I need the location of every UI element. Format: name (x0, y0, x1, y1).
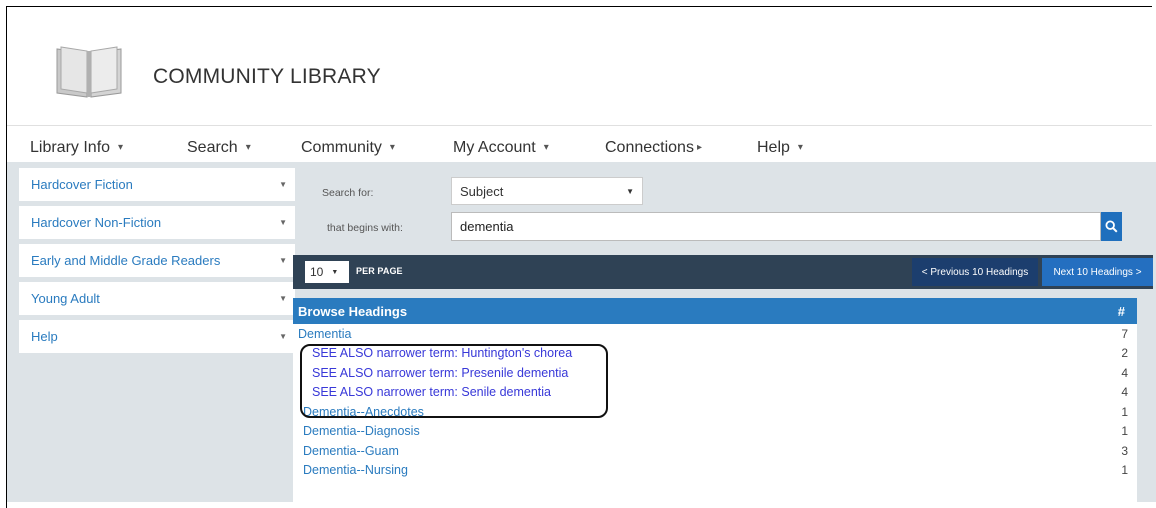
chevron-down-icon: ▼ (626, 186, 634, 196)
previous-headings-button[interactable]: < Previous 10 Headings (912, 258, 1038, 286)
table-row: Dementia--Nursing 1 (293, 461, 1137, 481)
sidebar-item-label: Early and Middle Grade Readers (31, 253, 221, 268)
sidebar-item-help[interactable]: Help ▼ (19, 320, 295, 353)
heading-link[interactable]: Dementia--Guam (303, 444, 399, 458)
chevron-down-icon: ▼ (279, 218, 287, 227)
heading-count: 3 (1121, 443, 1128, 458)
next-headings-button[interactable]: Next 10 Headings > (1042, 258, 1153, 286)
sidebar-item-hardcover-fiction[interactable]: Hardcover Fiction ▼ (19, 168, 295, 201)
chevron-down-icon: ▼ (279, 180, 287, 189)
sidebar-item-early-middle-grade[interactable]: Early and Middle Grade Readers ▼ (19, 244, 295, 277)
sidebar: Hardcover Fiction ▼ Hardcover Non-Fictio… (19, 168, 295, 358)
nav-label: Community (301, 138, 382, 156)
chevron-down-icon: ▼ (279, 332, 287, 341)
sidebar-item-young-adult[interactable]: Young Adult ▼ (19, 282, 295, 315)
see-also-link[interactable]: SEE ALSO narrower term: Huntington's cho… (302, 346, 572, 360)
results-toolbar: 10 ▼ PER PAGE < Previous 10 Headings Nex… (293, 255, 1153, 289)
heading-count: 1 (1121, 463, 1128, 478)
nav-help[interactable]: Help ▾ (757, 139, 803, 157)
browse-headings-title: Browse Headings (298, 303, 408, 319)
sidebar-item-label: Help (31, 329, 58, 344)
table-row: SEE ALSO narrower term: Huntington's cho… (293, 344, 1137, 364)
search-input-value: dementia (460, 219, 514, 234)
heading-count: 2 (1121, 346, 1128, 361)
heading-count: 4 (1121, 365, 1128, 380)
nav-community[interactable]: Community ▾ (301, 139, 395, 157)
nav-label: Library Info (30, 138, 111, 156)
sidebar-item-label: Hardcover Non-Fiction (31, 215, 162, 230)
search-button[interactable] (1101, 212, 1122, 241)
table-row: Dementia--Guam 3 (293, 441, 1137, 461)
table-row: Dementia 7 (293, 324, 1137, 344)
chevron-right-icon: ▸ (696, 142, 702, 153)
nav-label: Connections (605, 138, 694, 156)
nav-label: Help (757, 138, 790, 156)
chevron-down-icon: ▼ (331, 268, 339, 276)
count-column-header: # (1117, 303, 1125, 319)
chevron-down-icon: ▾ (543, 142, 549, 153)
nav-connections[interactable]: Connections ▸ (605, 139, 702, 157)
chevron-down-icon: ▾ (118, 142, 124, 153)
per-page-label: PER PAGE (356, 266, 403, 276)
nav-library-info[interactable]: Library Info ▾ (30, 139, 123, 157)
site-header: COMMUNITY LIBRARY (7, 7, 1152, 125)
per-page-select[interactable]: 10 ▼ (305, 261, 349, 283)
see-also-link[interactable]: SEE ALSO narrower term: Presenile dement… (302, 366, 568, 380)
chevron-down-icon: ▾ (245, 142, 251, 153)
chevron-down-icon: ▼ (279, 256, 287, 265)
table-row: Dementia--Diagnosis 1 (293, 422, 1137, 442)
chevron-down-icon: ▾ (389, 142, 395, 153)
open-book-icon[interactable] (51, 43, 127, 99)
heading-link[interactable]: Dementia--Anecdotes (303, 405, 424, 419)
begins-with-label: that begins with: (327, 222, 403, 234)
heading-count: 1 (1121, 404, 1128, 419)
search-type-value: Subject (460, 183, 504, 199)
chevron-down-icon: ▼ (279, 294, 287, 303)
nav-search[interactable]: Search ▾ (187, 139, 251, 157)
see-also-link[interactable]: SEE ALSO narrower term: Senile dementia (302, 385, 551, 399)
chevron-down-icon: ▾ (797, 142, 803, 153)
sidebar-item-hardcover-non-fiction[interactable]: Hardcover Non-Fiction ▼ (19, 206, 295, 239)
nav-my-account[interactable]: My Account ▾ (453, 139, 549, 157)
table-row: SEE ALSO narrower term: Presenile dement… (293, 363, 1137, 383)
heading-count: 7 (1121, 326, 1128, 341)
heading-count: 1 (1121, 424, 1128, 439)
heading-link[interactable]: Dementia--Nursing (303, 463, 408, 477)
nav-label: Search (187, 138, 238, 156)
app-title: COMMUNITY LIBRARY (153, 65, 381, 88)
heading-link[interactable]: Dementia (298, 327, 352, 341)
nav-label: My Account (453, 138, 536, 156)
table-row: SEE ALSO narrower term: Senile dementia … (293, 383, 1137, 403)
search-input[interactable]: dementia (451, 212, 1101, 241)
heading-link[interactable]: Dementia--Diagnosis (303, 424, 420, 438)
search-type-select[interactable]: Subject ▼ (451, 177, 643, 205)
search-for-label: Search for: (322, 187, 374, 199)
per-page-value: 10 (310, 265, 324, 279)
results-list: Dementia 7 SEE ALSO narrower term: Hunti… (293, 324, 1137, 504)
search-icon (1105, 220, 1118, 233)
heading-count: 4 (1121, 385, 1128, 400)
sidebar-item-label: Hardcover Fiction (31, 177, 133, 192)
results-table-header: Browse Headings # (293, 298, 1137, 324)
sidebar-item-label: Young Adult (31, 291, 100, 306)
table-row: Dementia--Anecdotes 1 (293, 402, 1137, 422)
